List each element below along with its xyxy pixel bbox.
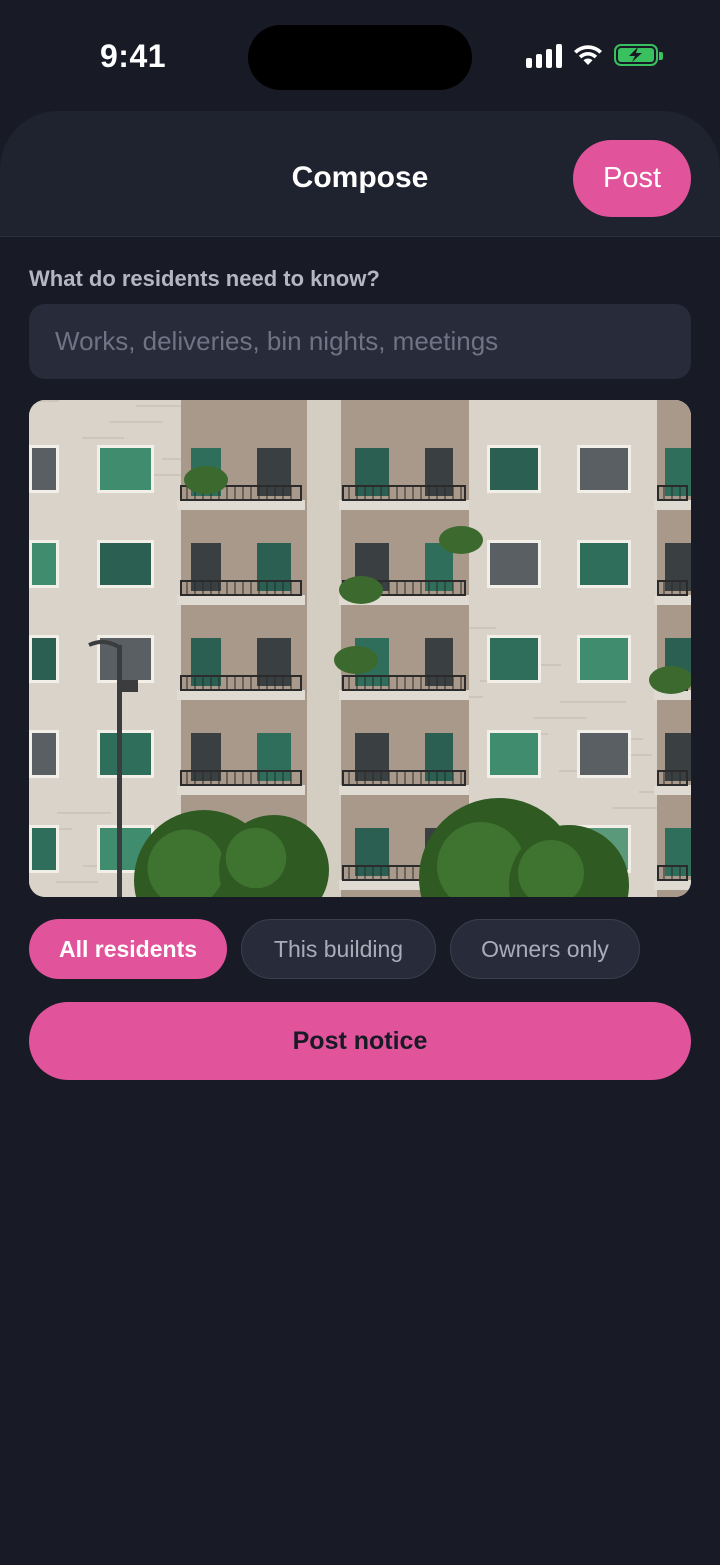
chip-owners-only[interactable]: Owners only (450, 919, 640, 979)
chip-all-residents[interactable]: All residents (29, 919, 227, 979)
wifi-icon (574, 45, 602, 65)
post-notice-button[interactable]: Post notice (29, 1002, 691, 1080)
chip-this-building[interactable]: This building (241, 919, 436, 979)
status-icons (526, 42, 663, 68)
attached-photo[interactable] (29, 400, 691, 897)
compose-sheet: Compose Post What do residents need to k… (0, 111, 720, 1565)
apartment-building-image (29, 400, 691, 897)
nav-bar: Compose Post (0, 111, 720, 237)
notice-input[interactable] (29, 304, 691, 379)
post-button[interactable]: Post (573, 140, 691, 217)
notice-prompt-label: What do residents need to know? (29, 266, 380, 291)
status-bar: 9:41 (0, 0, 720, 110)
audience-selector: All residents This building Owners only (29, 919, 640, 979)
status-time: 9:41 (100, 38, 167, 74)
signal-icon (526, 42, 562, 68)
battery-charging-icon (614, 44, 663, 66)
dynamic-island (248, 25, 472, 90)
